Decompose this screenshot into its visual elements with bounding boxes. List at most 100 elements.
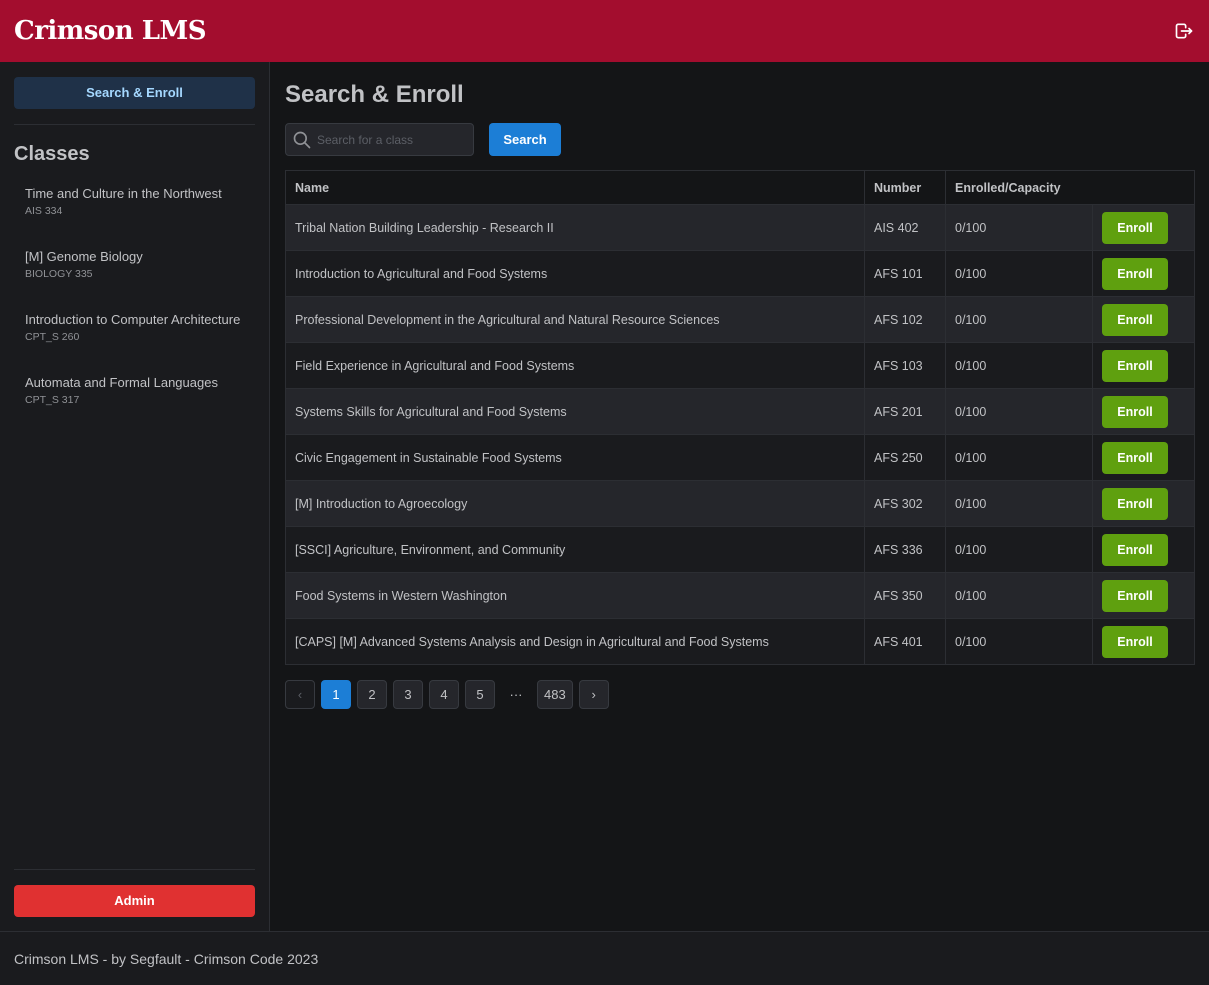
cell-class-name: Field Experience in Agricultural and Foo… — [285, 342, 865, 389]
cell-capacity: 0/100 — [945, 434, 1093, 481]
enroll-button[interactable]: Enroll — [1102, 211, 1168, 244]
cell-capacity: 0/100 — [945, 342, 1093, 389]
admin-button[interactable]: Admin — [14, 885, 255, 917]
cell-capacity: 0/100 — [945, 204, 1093, 251]
enroll-button[interactable]: Enroll — [1102, 579, 1168, 612]
pagination-page-2[interactable]: 2 — [357, 680, 387, 709]
cell-class-name: Professional Development in the Agricult… — [285, 296, 865, 343]
enroll-button[interactable]: Enroll — [1102, 487, 1168, 520]
sidebar-class-item[interactable]: [M] Genome Biology BIOLOGY 335 — [14, 243, 255, 286]
table-header-row: Name Number Enrolled/Capacity — [285, 170, 1195, 205]
cell-class-number: AFS 103 — [864, 342, 946, 389]
pagination-page-1[interactable]: 1 — [321, 680, 351, 709]
cell-action: Enroll — [1092, 526, 1195, 573]
cell-class-name: Tribal Nation Building Leadership - Rese… — [285, 204, 865, 251]
search-row: Search — [285, 123, 1195, 156]
table-row: Food Systems in Western Washington AFS 35… — [285, 572, 1195, 619]
column-header-action — [1092, 170, 1195, 205]
pagination-page-3[interactable]: 3 — [393, 680, 423, 709]
classes-table: Name Number Enrolled/Capacity Tribal Nat… — [285, 170, 1195, 665]
column-header-number: Number — [864, 170, 946, 205]
cell-class-name: Civic Engagement in Sustainable Food Sys… — [285, 434, 865, 481]
cell-class-number: AIS 402 — [864, 204, 946, 251]
cell-action: Enroll — [1092, 342, 1195, 389]
search-button[interactable]: Search — [489, 123, 561, 156]
cell-capacity: 0/100 — [945, 296, 1093, 343]
search-icon — [292, 130, 312, 155]
class-code: AIS 334 — [25, 205, 63, 217]
cell-class-number: AFS 101 — [864, 250, 946, 297]
cell-class-number: AFS 250 — [864, 434, 946, 481]
pagination-next-icon[interactable]: › — [578, 680, 609, 709]
cell-capacity: 0/100 — [945, 480, 1093, 527]
app-header: Crimson LMS — [0, 0, 1209, 62]
enroll-button[interactable]: Enroll — [1102, 441, 1168, 474]
table-row: [CAPS] [M] Advanced Systems Analysis and… — [285, 618, 1195, 665]
sidebar-bottom: Admin — [14, 869, 255, 917]
enroll-button[interactable]: Enroll — [1102, 625, 1168, 658]
cell-capacity: 0/100 — [945, 526, 1093, 573]
sidebar-divider — [14, 869, 255, 870]
cell-capacity: 0/100 — [945, 250, 1093, 297]
cell-class-name: [CAPS] [M] Advanced Systems Analysis and… — [285, 618, 865, 665]
class-name: Time and Culture in the Northwest — [25, 186, 222, 201]
sidebar-class-item[interactable]: Time and Culture in the Northwest AIS 334 — [14, 180, 255, 223]
pagination: ‹ 1 2 3 4 5 ··· 483 › — [285, 680, 1195, 709]
pagination-ellipsis: ··· — [509, 687, 523, 702]
column-header-capacity: Enrolled/Capacity — [945, 170, 1093, 205]
table-row: Tribal Nation Building Leadership - Rese… — [285, 204, 1195, 251]
cell-action: Enroll — [1092, 204, 1195, 251]
brand-logo[interactable]: Crimson LMS — [14, 16, 207, 46]
cell-action: Enroll — [1092, 480, 1195, 527]
sidebar-class-item[interactable]: Automata and Formal Languages CPT_S 317 — [14, 369, 255, 412]
cell-class-number: AFS 201 — [864, 388, 946, 435]
class-code: BIOLOGY 335 — [25, 268, 93, 280]
class-code: CPT_S 317 — [25, 394, 80, 406]
cell-action: Enroll — [1092, 250, 1195, 297]
cell-capacity: 0/100 — [945, 618, 1093, 665]
search-input[interactable] — [317, 124, 467, 155]
table-row: Civic Engagement in Sustainable Food Sys… — [285, 434, 1195, 481]
class-name: [M] Genome Biology — [25, 249, 143, 264]
class-name: Automata and Formal Languages — [25, 375, 218, 390]
class-code: CPT_S 260 — [25, 331, 80, 343]
cell-class-name: Food Systems in Western Washington — [285, 572, 865, 619]
cell-capacity: 0/100 — [945, 572, 1093, 619]
page-title: Search & Enroll — [285, 81, 464, 108]
table-body: Tribal Nation Building Leadership - Rese… — [285, 204, 1195, 665]
cell-action: Enroll — [1092, 434, 1195, 481]
cell-capacity: 0/100 — [945, 388, 1093, 435]
table-row: Professional Development in the Agricult… — [285, 296, 1195, 343]
pagination-prev-icon[interactable]: ‹ — [285, 680, 315, 709]
cell-class-number: AFS 302 — [864, 480, 946, 527]
logout-icon[interactable] — [1173, 20, 1195, 42]
table-row: Field Experience in Agricultural and Foo… — [285, 342, 1195, 389]
cell-class-number: AFS 102 — [864, 296, 946, 343]
pagination-page-last[interactable]: 483 — [537, 680, 573, 709]
enroll-button[interactable]: Enroll — [1102, 349, 1168, 382]
class-list: Time and Culture in the Northwest AIS 334… — [14, 180, 255, 412]
table-row: [SSCI] Agriculture, Environment, and Com… — [285, 526, 1195, 573]
sidebar-class-item[interactable]: Introduction to Computer Architecture CPT… — [14, 306, 255, 349]
enroll-button[interactable]: Enroll — [1102, 257, 1168, 290]
pagination-page-5[interactable]: 5 — [465, 680, 495, 709]
footer: Crimson LMS - by Segfault - Crimson Code… — [0, 931, 1209, 985]
cell-class-name: Introduction to Agricultural and Food Sy… — [285, 250, 865, 297]
table-row: Systems Skills for Agricultural and Food… — [285, 388, 1195, 435]
enroll-button[interactable]: Enroll — [1102, 303, 1168, 336]
sidebar-divider — [14, 124, 255, 125]
cell-class-number: AFS 336 — [864, 526, 946, 573]
main-content: Search & Enroll Search Name Number Enrol… — [285, 80, 1195, 709]
search-box — [285, 123, 474, 156]
cell-class-name: [M] Introduction to Agroecology — [285, 480, 865, 527]
column-header-name: Name — [285, 170, 865, 205]
search-enroll-nav-button[interactable]: Search & Enroll — [14, 77, 255, 109]
cell-action: Enroll — [1092, 572, 1195, 619]
table-row: Introduction to Agricultural and Food Sy… — [285, 250, 1195, 297]
cell-class-number: AFS 350 — [864, 572, 946, 619]
cell-class-number: AFS 401 — [864, 618, 946, 665]
enroll-button[interactable]: Enroll — [1102, 395, 1168, 428]
pagination-page-4[interactable]: 4 — [429, 680, 459, 709]
enroll-button[interactable]: Enroll — [1102, 533, 1168, 566]
classes-heading: Classes — [14, 143, 90, 165]
